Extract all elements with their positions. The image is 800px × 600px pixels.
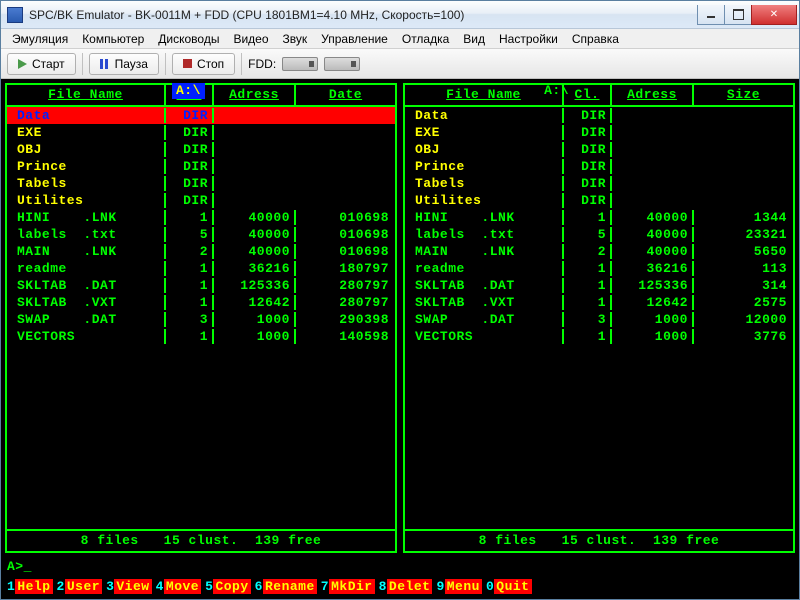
fkey-mkdir[interactable]: 7MkDir bbox=[321, 579, 379, 595]
app-window: SPC/BK Emulator - BK-0011M + FDD (CPU 18… bbox=[0, 0, 800, 600]
file-row[interactable]: VECTORS11000140598 bbox=[7, 328, 395, 345]
start-button[interactable]: Старт bbox=[7, 53, 76, 75]
file-row[interactable]: DataDIR bbox=[7, 107, 395, 124]
titlebar[interactable]: SPC/BK Emulator - BK-0011M + FDD (CPU 18… bbox=[1, 1, 799, 29]
toolbar-separator bbox=[82, 53, 83, 75]
window-controls bbox=[698, 5, 797, 25]
left-footer: 8 files 15 clust. 139 free bbox=[7, 529, 395, 551]
menu-управление[interactable]: Управление bbox=[314, 30, 395, 48]
file-row[interactable]: DataDIR bbox=[405, 107, 793, 124]
file-row[interactable]: VECTORS110003776 bbox=[405, 328, 793, 345]
pause-label: Пауза bbox=[115, 57, 148, 71]
minimize-button[interactable] bbox=[697, 5, 725, 25]
file-row[interactable]: UtilitesDIR bbox=[405, 192, 793, 209]
file-row[interactable]: PrinceDIR bbox=[405, 158, 793, 175]
file-row[interactable]: TabelsDIR bbox=[405, 175, 793, 192]
file-row[interactable]: SWAP .DAT31000290398 bbox=[7, 311, 395, 328]
col-date: Date bbox=[296, 85, 395, 105]
right-file-list[interactable]: DataDIREXEDIROBJDIRPrinceDIRTabelsDIRUti… bbox=[405, 107, 793, 529]
file-row[interactable]: readme136216180797 bbox=[7, 260, 395, 277]
maximize-button[interactable] bbox=[724, 5, 752, 25]
menu-вид[interactable]: Вид bbox=[456, 30, 492, 48]
fkey-copy[interactable]: 5Copy bbox=[205, 579, 255, 595]
fdd-drive-a-icon[interactable] bbox=[282, 57, 318, 71]
file-row[interactable]: SKLTAB .VXT112642280797 bbox=[7, 294, 395, 311]
fkey-quit[interactable]: 0Quit bbox=[486, 579, 536, 595]
file-row[interactable]: SKLTAB .DAT1125336280797 bbox=[7, 277, 395, 294]
file-row[interactable]: SWAP .DAT3100012000 bbox=[405, 311, 793, 328]
file-row[interactable]: MAIN .LNK240000010698 bbox=[7, 243, 395, 260]
pause-icon bbox=[100, 59, 110, 69]
fdd-drive-b-icon[interactable] bbox=[324, 57, 360, 71]
menu-звук[interactable]: Звук bbox=[276, 30, 315, 48]
pause-button[interactable]: Пауза bbox=[89, 53, 159, 75]
fkey-user[interactable]: 2User bbox=[57, 579, 107, 595]
fkey-delet[interactable]: 8Delet bbox=[379, 579, 437, 595]
menu-видео[interactable]: Видео bbox=[226, 30, 275, 48]
right-drive-label: A:\ bbox=[540, 83, 573, 99]
menu-дисководы[interactable]: Дисководы bbox=[151, 30, 226, 48]
stop-button[interactable]: Стоп bbox=[172, 53, 235, 75]
menu-отладка[interactable]: Отладка bbox=[395, 30, 456, 48]
file-row[interactable]: MAIN .LNK2400005650 bbox=[405, 243, 793, 260]
file-row[interactable]: UtilitesDIR bbox=[7, 192, 395, 209]
file-row[interactable]: readme136216113 bbox=[405, 260, 793, 277]
file-row[interactable]: OBJDIR bbox=[7, 141, 395, 158]
file-row[interactable]: SKLTAB .VXT1126422575 bbox=[405, 294, 793, 311]
menu-эмуляция[interactable]: Эмуляция bbox=[5, 30, 75, 48]
fkey-view[interactable]: 3View bbox=[106, 579, 156, 595]
function-keys: 1Help2User3View4Move5Copy6Rename7MkDir8D… bbox=[5, 579, 795, 595]
file-row[interactable]: EXEDIR bbox=[405, 124, 793, 141]
file-row[interactable]: EXEDIR bbox=[7, 124, 395, 141]
menubar: ЭмуляцияКомпьютерДисководыВидеоЗвукУправ… bbox=[1, 29, 799, 49]
file-row[interactable]: HINI .LNK140000010698 bbox=[7, 209, 395, 226]
file-row[interactable]: HINI .LNK1400001344 bbox=[405, 209, 793, 226]
file-row[interactable]: TabelsDIR bbox=[7, 175, 395, 192]
emulator-screen[interactable]: A:\ File Name Cl. Adress Date DataDIREXE… bbox=[1, 79, 799, 599]
fkey-menu[interactable]: 9Menu bbox=[436, 579, 486, 595]
fdd-label: FDD: bbox=[248, 57, 276, 71]
col-size: Size bbox=[694, 85, 793, 105]
stop-label: Стоп bbox=[197, 57, 224, 71]
right-footer: 8 files 15 clust. 139 free bbox=[405, 529, 793, 551]
command-prompt[interactable]: A>_ bbox=[5, 559, 795, 575]
toolbar-separator bbox=[241, 53, 242, 75]
stop-icon bbox=[183, 59, 192, 68]
file-row[interactable]: labels .txt540000010698 bbox=[7, 226, 395, 243]
menu-справка[interactable]: Справка bbox=[565, 30, 626, 48]
right-panel[interactable]: A:\ File Name Cl. Adress Size DataDIREXE… bbox=[403, 83, 795, 553]
window-title: SPC/BK Emulator - BK-0011M + FDD (CPU 18… bbox=[29, 8, 698, 22]
start-label: Старт bbox=[32, 57, 65, 71]
menu-настройки[interactable]: Настройки bbox=[492, 30, 565, 48]
col-name: File Name bbox=[7, 85, 166, 105]
app-icon bbox=[7, 7, 23, 23]
menu-компьютер[interactable]: Компьютер bbox=[75, 30, 151, 48]
fkey-move[interactable]: 4Move bbox=[156, 579, 206, 595]
left-file-list[interactable]: DataDIREXEDIROBJDIRPrinceDIRTabelsDIRUti… bbox=[7, 107, 395, 529]
col-adr: Adress bbox=[612, 85, 694, 105]
fkey-rename[interactable]: 6Rename bbox=[255, 579, 321, 595]
file-row[interactable]: labels .txt54000023321 bbox=[405, 226, 793, 243]
close-button[interactable] bbox=[751, 5, 797, 25]
right-header: File Name Cl. Adress Size bbox=[405, 85, 793, 107]
col-adr: Adress bbox=[214, 85, 296, 105]
file-row[interactable]: PrinceDIR bbox=[7, 158, 395, 175]
fkey-help[interactable]: 1Help bbox=[7, 579, 57, 595]
toolbar: Старт Пауза Стоп FDD: bbox=[1, 49, 799, 79]
play-icon bbox=[18, 59, 27, 69]
file-row[interactable]: SKLTAB .DAT1125336314 bbox=[405, 277, 793, 294]
toolbar-separator bbox=[165, 53, 166, 75]
file-row[interactable]: OBJDIR bbox=[405, 141, 793, 158]
left-drive-label: A:\ bbox=[172, 83, 205, 99]
left-panel[interactable]: A:\ File Name Cl. Adress Date DataDIREXE… bbox=[5, 83, 397, 553]
